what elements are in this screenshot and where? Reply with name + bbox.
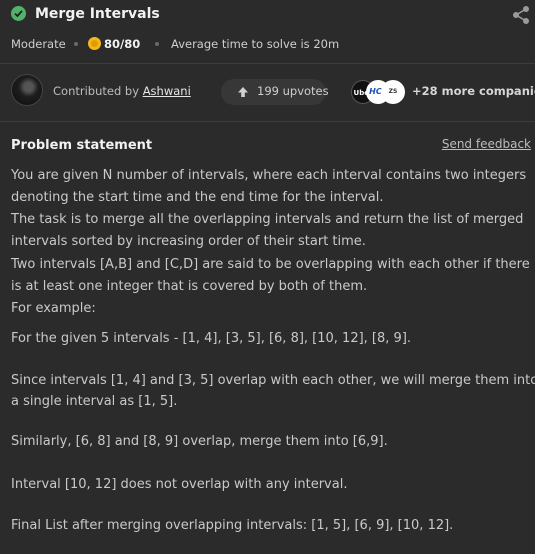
statement-line: denoting the start time and the end time…	[11, 190, 384, 205]
example-line: Similarly, [6, 8] and [8, 9] overlap, me…	[11, 434, 388, 449]
example-line: Interval [10, 12] does not overlap with …	[11, 477, 348, 492]
statement-line: You are given N number of intervals, whe…	[11, 168, 527, 183]
contributor-prefix: Contributed by	[53, 84, 140, 98]
section-heading: Problem statement	[11, 138, 153, 153]
statement-line: The task is to merge all the overlapping…	[11, 212, 524, 227]
score-value: 80/80	[104, 37, 141, 51]
divider	[0, 63, 535, 64]
coin-icon	[88, 37, 101, 50]
contributor-link[interactable]: Ashwani	[143, 84, 191, 98]
separator-dot	[74, 42, 78, 46]
upvote-count: 199 upvotes	[257, 84, 329, 98]
send-feedback-link[interactable]: Send feedback	[442, 137, 531, 151]
separator-dot	[155, 42, 159, 46]
statement-line: For example:	[11, 301, 96, 316]
arrow-up-icon	[238, 87, 248, 97]
share-icon[interactable]	[511, 5, 531, 25]
company-logos[interactable]: Uber HCL ZS	[351, 80, 407, 104]
average-time: Average time to solve is 20m	[171, 37, 340, 51]
statement-line: Two intervals [A,B] and [C,D] are said t…	[11, 257, 530, 272]
example-line: Final List after merging overlapping int…	[11, 518, 454, 533]
contributor-info: Contributed by Ashwani	[53, 84, 191, 98]
difficulty-label: Moderate	[11, 37, 66, 51]
avatar	[11, 74, 43, 106]
example-line: For the given 5 intervals - [1, 4], [3, …	[11, 331, 412, 346]
company-logo: ZS	[381, 80, 405, 104]
check-circle-icon	[11, 6, 26, 21]
more-companies-link[interactable]: +28 more companies	[412, 84, 535, 98]
upvote-button[interactable]: 199 upvotes	[221, 79, 329, 105]
statement-line: is at least one integer that is covered …	[11, 279, 368, 294]
contributor-row: Contributed by Ashwani 199 upvotes Uber …	[11, 74, 535, 110]
problem-header: Merge Intervals	[11, 5, 531, 25]
example-line: Since intervals [1, 4] and [3, 5] overla…	[11, 373, 535, 388]
example-line: a single interval as [1, 5].	[11, 394, 178, 409]
problem-title: Merge Intervals	[35, 6, 160, 22]
divider	[0, 121, 535, 122]
statement-line: intervals sorted by increasing order of …	[11, 234, 366, 249]
